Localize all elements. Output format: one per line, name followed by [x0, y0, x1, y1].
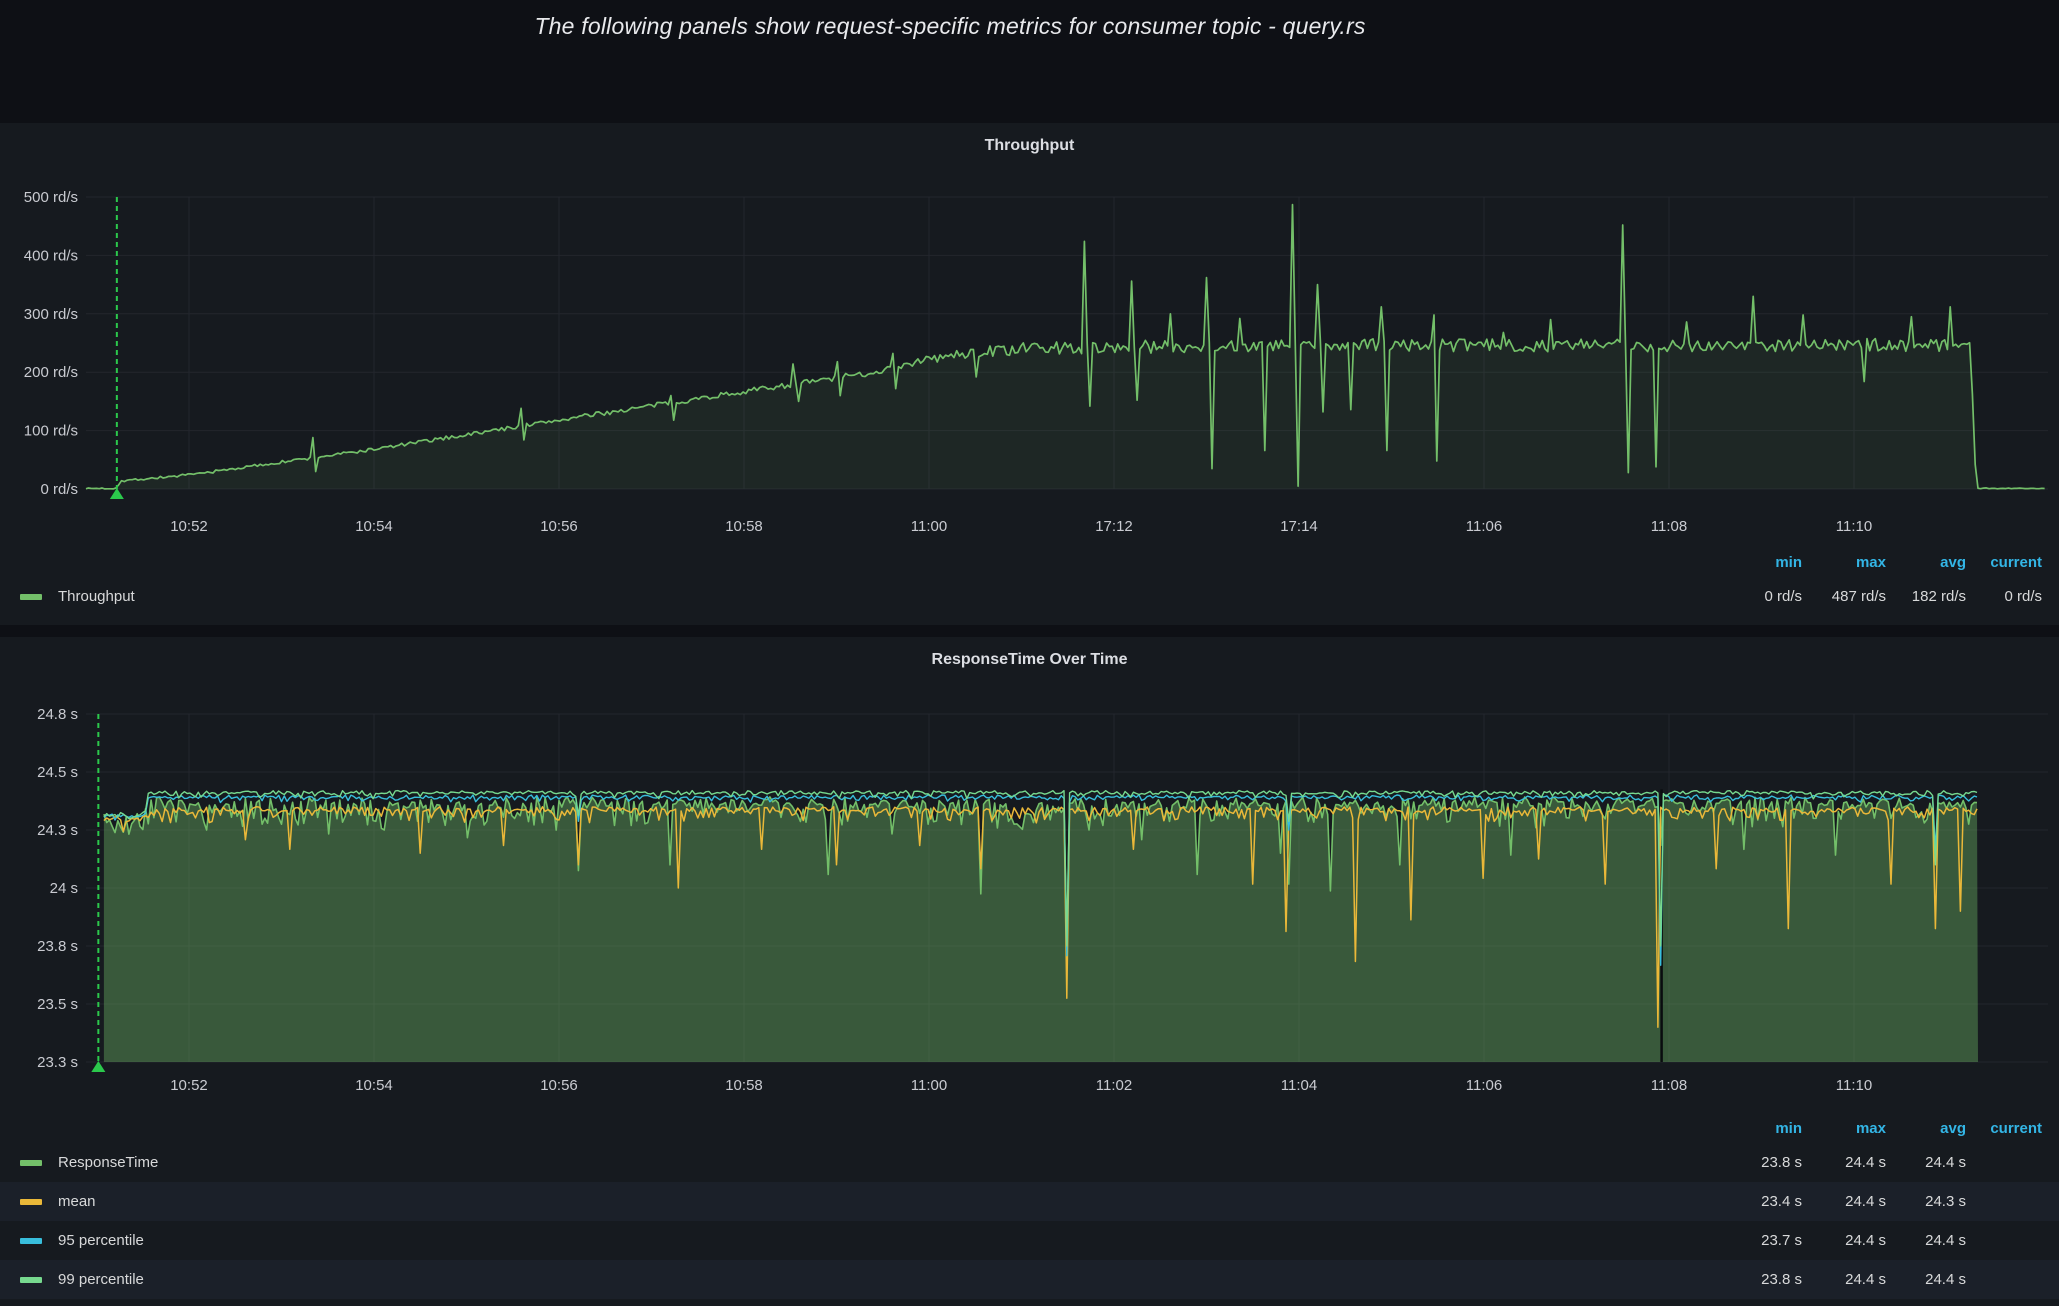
x-axis-label: 11:00: [911, 518, 947, 535]
legend-stat-value-max: 24.4 s: [1802, 1154, 1886, 1171]
legend-stat-value-min: 23.7 s: [1714, 1232, 1802, 1249]
legend-row-99-percentile: 99 percentile23.8 s24.4 s24.4 s: [0, 1260, 2059, 1299]
y-axis-label: 400 rd/s: [24, 247, 78, 264]
legend-series-label[interactable]: 99 percentile: [58, 1271, 144, 1288]
y-axis-label: 500 rd/s: [24, 189, 78, 206]
dashboard-title: The following panels show request-specif…: [0, 13, 1900, 40]
y-axis-label: 300 rd/s: [24, 306, 78, 323]
x-axis-label: 10:58: [725, 518, 763, 535]
legend-header-row: minmaxavgcurrent: [0, 547, 2059, 577]
legend-series-label[interactable]: mean: [58, 1193, 96, 1210]
legend-stat-value-min: 23.8 s: [1714, 1271, 1802, 1288]
panel-responsetime: ResponseTime Over Time 24.8 s24.5 s24.3 …: [0, 637, 2059, 1306]
legend-stat-value-min: 23.8 s: [1714, 1154, 1802, 1171]
panel-throughput: Throughput 500 rd/s 400 rd/s 300 rd/s 200 r…: [0, 123, 2059, 625]
x-axis-label: 10:56: [540, 518, 578, 535]
x-axis-label: 11:08: [1651, 518, 1687, 535]
legend-stat-value-avg: 24.3 s: [1886, 1193, 1966, 1210]
legend-stat-value-avg: 24.4 s: [1886, 1232, 1966, 1249]
legend-stat-value-avg: 24.4 s: [1886, 1154, 1966, 1171]
legend-stat-value-min: 0 rd/s: [1714, 588, 1802, 605]
x-axis-label: 10:52: [170, 518, 208, 535]
legend-header-row: minmaxavgcurrent: [0, 1113, 2059, 1143]
legend-stat-value-current: [1966, 1232, 2042, 1249]
dashboard-header: The following panels show request-specif…: [0, 0, 2059, 122]
x-axis-label: 10:52: [170, 1077, 208, 1094]
legend-stat-value-avg: 24.4 s: [1886, 1271, 1966, 1288]
legend-series-label[interactable]: ResponseTime: [58, 1154, 158, 1171]
y-axis-label: 23.8 s: [37, 938, 78, 955]
x-axis-label: 11:10: [1836, 518, 1872, 535]
legend-row-throughput: Throughput0 rd/s487 rd/s182 rd/s0 rd/s: [0, 577, 2059, 616]
legend-stat-value-max: 24.4 s: [1802, 1193, 1886, 1210]
series-fill-throughput: [86, 205, 2046, 489]
x-axis-label: 11:06: [1466, 1077, 1502, 1094]
legend-stat-header-avg[interactable]: avg: [1886, 554, 1966, 571]
y-axis-label: 24.8 s: [37, 706, 78, 723]
legend-stat-header-min[interactable]: min: [1714, 554, 1802, 571]
legend-row-responsetime: ResponseTime23.8 s24.4 s24.4 s: [0, 1143, 2059, 1182]
legend-swatch-icon: [20, 1160, 42, 1166]
legend-series-label[interactable]: Throughput: [58, 588, 135, 605]
x-axis-label: 11:02: [1096, 1077, 1132, 1094]
y-axis-label: 23.3 s: [37, 1054, 78, 1071]
x-axis-label: 11:06: [1466, 518, 1502, 535]
x-axis-label: 10:58: [725, 1077, 763, 1094]
x-axis-label: 17:12: [1095, 518, 1133, 535]
legend-swatch-icon: [20, 1277, 42, 1283]
legend-stat-value-current: [1966, 1154, 2042, 1171]
legend-stat-value-max: 24.4 s: [1802, 1232, 1886, 1249]
grafana-dashboard: The following panels show request-specif…: [0, 0, 2059, 1306]
legend-stat-header-current[interactable]: current: [1966, 554, 2042, 571]
y-axis-label: 24.5 s: [37, 764, 78, 781]
annotation-marker-icon[interactable]: [91, 1061, 105, 1072]
x-axis-label: 11:08: [1651, 1077, 1687, 1094]
legend-stat-header-max[interactable]: max: [1802, 554, 1886, 571]
throughput-legend: minmaxavgcurrentThroughput0 rd/s487 rd/s…: [0, 547, 2059, 616]
responsetime-legend: minmaxavgcurrentResponseTime23.8 s24.4 s…: [0, 1113, 2059, 1299]
legend-stat-header-min[interactable]: min: [1714, 1120, 1802, 1137]
legend-stat-value-min: 23.4 s: [1714, 1193, 1802, 1210]
series-fill-responsetime: [104, 797, 1978, 1062]
x-axis-label: 17:14: [1280, 518, 1318, 535]
legend-swatch-icon: [20, 594, 42, 600]
x-axis-label: 10:56: [540, 1077, 578, 1094]
x-axis-label: 10:54: [355, 518, 393, 535]
legend-stat-header-current[interactable]: current: [1966, 1120, 2042, 1137]
y-axis-label: 100 rd/s: [24, 423, 78, 440]
x-axis-label: 11:00: [911, 1077, 947, 1094]
y-axis-label: 0 rd/s: [40, 481, 78, 498]
x-axis-label: 11:10: [1836, 1077, 1872, 1094]
y-axis-label: 24 s: [50, 880, 78, 897]
legend-stat-value-current: [1966, 1193, 2042, 1210]
y-axis-label: 200 rd/s: [24, 364, 78, 381]
legend-swatch-icon: [20, 1238, 42, 1244]
legend-stat-value-current: [1966, 1271, 2042, 1288]
x-axis-label: 10:54: [355, 1077, 393, 1094]
y-axis-label: 23.5 s: [37, 996, 78, 1013]
legend-stat-value-max: 24.4 s: [1802, 1271, 1886, 1288]
x-axis-label: 11:04: [1281, 1077, 1317, 1094]
legend-row-95-percentile: 95 percentile23.7 s24.4 s24.4 s: [0, 1221, 2059, 1260]
legend-stat-header-max[interactable]: max: [1802, 1120, 1886, 1137]
y-axis-label: 24.3 s: [37, 822, 78, 839]
legend-swatch-icon: [20, 1199, 42, 1205]
legend-stat-value-current: 0 rd/s: [1966, 588, 2042, 605]
legend-stat-header-avg[interactable]: avg: [1886, 1120, 1966, 1137]
legend-series-label[interactable]: 95 percentile: [58, 1232, 144, 1249]
legend-row-mean: mean 23.4 s24.4 s24.3 s: [0, 1182, 2059, 1221]
legend-stat-value-max: 487 rd/s: [1802, 588, 1886, 605]
legend-stat-value-avg: 182 rd/s: [1886, 588, 1966, 605]
